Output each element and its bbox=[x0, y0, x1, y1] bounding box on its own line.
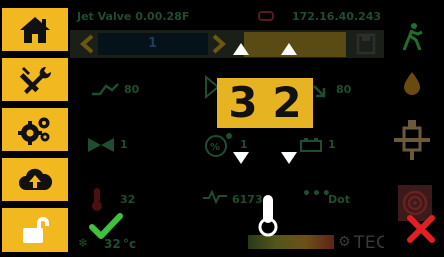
chevron-right-icon[interactable] bbox=[212, 34, 226, 54]
heartbeat-icon bbox=[203, 190, 227, 204]
network-icon bbox=[258, 11, 274, 21]
digit-2-up-arrow[interactable] bbox=[281, 43, 297, 55]
battery-icon bbox=[300, 138, 322, 152]
syringe-icon[interactable] bbox=[392, 118, 432, 162]
svg-text:%: % bbox=[210, 142, 220, 153]
cancel-x-icon[interactable] bbox=[406, 214, 436, 244]
digit-2[interactable]: 2 bbox=[265, 78, 309, 128]
gears-icon bbox=[18, 117, 50, 145]
digit-2-down-arrow[interactable] bbox=[281, 152, 297, 164]
runner-icon[interactable] bbox=[400, 22, 424, 52]
percent-icon: % bbox=[205, 133, 232, 157]
drop-icon[interactable] bbox=[402, 70, 422, 96]
open-value: 1 bbox=[120, 138, 128, 151]
digit-editor: 3 2 bbox=[217, 78, 313, 128]
digit-1-up-arrow[interactable] bbox=[233, 43, 249, 55]
valve-down-icon bbox=[313, 85, 326, 98]
unlock-button[interactable] bbox=[2, 208, 68, 252]
digit-1[interactable]: 3 bbox=[221, 78, 265, 128]
digit-1-down-arrow[interactable] bbox=[233, 152, 249, 164]
valve-name: Jet Valve 0.00.28F bbox=[77, 10, 190, 23]
snowflake-icon: ❄ bbox=[78, 236, 89, 250]
valve-open-icon bbox=[88, 138, 114, 152]
pulse-value: 80 bbox=[124, 83, 140, 96]
techcon-logo-icon: ⚙ bbox=[338, 234, 351, 250]
save-icon[interactable] bbox=[356, 33, 376, 55]
temperature-icon bbox=[92, 188, 102, 211]
target-icon bbox=[402, 190, 428, 216]
home-button[interactable] bbox=[2, 8, 68, 51]
unlock-icon bbox=[23, 217, 49, 243]
tools-button[interactable] bbox=[2, 58, 68, 101]
ambient-unit: °c bbox=[123, 237, 137, 251]
tools-icon bbox=[19, 66, 52, 94]
valve-value: 80 bbox=[336, 83, 352, 96]
thermometer-icon bbox=[258, 195, 278, 237]
temp-value: 32 bbox=[120, 193, 136, 206]
settings-button[interactable] bbox=[2, 108, 68, 151]
dot-label: Dot bbox=[328, 193, 350, 206]
cloud-upload-button[interactable] bbox=[2, 158, 68, 201]
left-sidebar bbox=[0, 0, 70, 257]
chevron-left-icon[interactable] bbox=[80, 34, 94, 54]
pulse-icon bbox=[92, 83, 119, 96]
program-field[interactable]: 1 bbox=[98, 33, 208, 55]
program-number: 1 bbox=[148, 36, 158, 51]
ip-address: 172.16.40.243 bbox=[292, 10, 382, 23]
cloud-upload-icon bbox=[19, 168, 53, 190]
percent-value: 1 bbox=[240, 138, 248, 151]
battery-value: 1 bbox=[328, 138, 336, 151]
home-icon bbox=[20, 16, 50, 43]
confirm-check-icon[interactable] bbox=[89, 212, 123, 240]
